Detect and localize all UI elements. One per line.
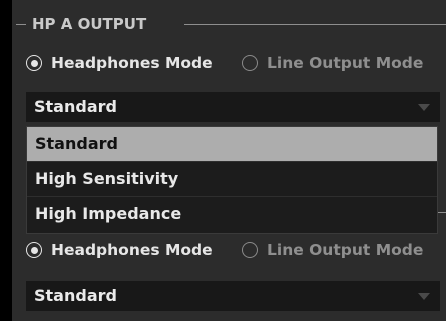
radio-label: Headphones Mode — [51, 241, 213, 259]
section-header-hp-a: HP A OUTPUT — [16, 13, 446, 35]
line-output-mode-radio[interactable]: Line Output Mode — [242, 237, 423, 263]
headphones-mode-radio[interactable]: Headphones Mode — [26, 50, 213, 76]
radio-label: Headphones Mode — [51, 54, 213, 72]
section-title: HP A OUTPUT — [32, 15, 147, 33]
mode-radio-group-b: Headphones Mode Line Output Mode — [26, 237, 446, 263]
dropdown-menu: Standard High Sensitivity High Impedance — [26, 126, 438, 234]
mode-radio-group-a: Headphones Mode Line Output Mode — [26, 50, 446, 76]
radio-label: Line Output Mode — [267, 241, 424, 259]
output-level-dropdown-b[interactable]: Standard — [26, 281, 440, 311]
radio-unselected-icon — [242, 242, 258, 258]
header-divider-left — [16, 24, 26, 25]
dropdown-value: Standard — [34, 286, 117, 305]
menu-item-high-sensitivity[interactable]: High Sensitivity — [27, 162, 437, 197]
line-output-mode-radio[interactable]: Line Output Mode — [242, 50, 423, 76]
output-level-dropdown-a[interactable]: Standard — [26, 92, 440, 122]
section-header-divider-b — [438, 212, 446, 213]
hp-output-settings: HP A OUTPUT Headphones Mode Line Output … — [0, 0, 446, 321]
chevron-down-icon — [418, 293, 430, 300]
menu-item-standard[interactable]: Standard — [27, 127, 437, 162]
chevron-down-icon — [418, 104, 430, 111]
radio-unselected-icon — [242, 55, 258, 71]
header-divider-right — [184, 24, 446, 25]
menu-item-high-impedance[interactable]: High Impedance — [27, 197, 437, 232]
dropdown-value: Standard — [34, 97, 117, 116]
headphones-mode-radio[interactable]: Headphones Mode — [26, 237, 213, 263]
radio-selected-icon — [26, 55, 42, 71]
radio-label: Line Output Mode — [267, 54, 424, 72]
radio-selected-icon — [26, 242, 42, 258]
